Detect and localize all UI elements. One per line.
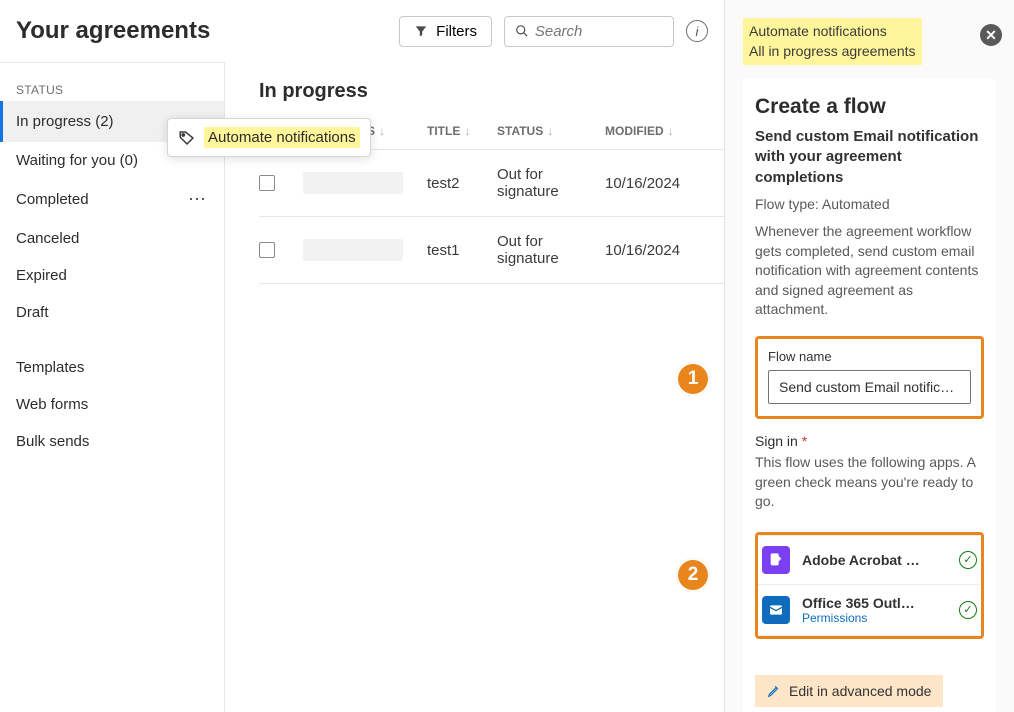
sidebar-item-label: Draft bbox=[16, 304, 49, 321]
context-menu-automate[interactable]: Automate notifications bbox=[167, 118, 371, 157]
cell-status: Out for signature bbox=[497, 166, 605, 200]
annotation-badge-1: 1 bbox=[676, 362, 710, 396]
panel-highlight: Automate notifications All in progress a… bbox=[743, 18, 922, 65]
sidebar-item-templates[interactable]: Templates bbox=[0, 349, 224, 386]
flow-type: Flow type: Automated bbox=[755, 196, 984, 212]
sidebar: STATUS In progress (2) ⋯ Waiting for you… bbox=[0, 62, 225, 712]
signin-text: Sign in bbox=[755, 433, 798, 449]
sidebar-item-label: Bulk sends bbox=[16, 433, 89, 450]
required-asterisk: * bbox=[802, 433, 807, 449]
filters-label: Filters bbox=[436, 23, 477, 40]
adobe-icon bbox=[762, 546, 790, 574]
row-checkbox[interactable] bbox=[259, 242, 275, 258]
column-label: TITLE bbox=[427, 124, 460, 138]
filters-button[interactable]: Filters bbox=[399, 16, 492, 47]
search-icon bbox=[515, 23, 529, 39]
flow-panel: ✕ Automate notifications All in progress… bbox=[724, 0, 1014, 712]
sidebar-item-label: Completed bbox=[16, 191, 89, 208]
apps-section: Adobe Acrobat … ✓ Office 365 Outl… Permi… bbox=[755, 532, 984, 639]
search-input[interactable] bbox=[535, 23, 663, 40]
sidebar-item-draft[interactable]: Draft bbox=[0, 294, 224, 331]
column-status[interactable]: STATUS ↓ bbox=[497, 124, 605, 138]
sidebar-item-label: Canceled bbox=[16, 230, 79, 247]
sidebar-item-expired[interactable]: Expired bbox=[0, 257, 224, 294]
cell-title: test2 bbox=[427, 175, 497, 192]
page-title: Your agreements bbox=[16, 17, 210, 45]
recipient-redacted bbox=[303, 172, 403, 194]
edit-advanced-button[interactable]: Edit in advanced mode bbox=[755, 675, 943, 707]
check-icon: ✓ bbox=[959, 601, 977, 619]
sidebar-item-label: Expired bbox=[16, 267, 67, 284]
cell-modified: 10/16/2024 bbox=[605, 175, 695, 192]
app-name: Office 365 Outl… bbox=[802, 595, 947, 611]
column-label: STATUS bbox=[497, 124, 543, 138]
app-row-outlook[interactable]: Office 365 Outl… Permissions ✓ bbox=[758, 584, 981, 636]
highlight-line2: All in progress agreements bbox=[749, 43, 916, 59]
annotation-badge-2: 2 bbox=[676, 558, 710, 592]
pencil-icon bbox=[767, 684, 781, 698]
flow-name-input[interactable]: Send custom Email notificatio… bbox=[768, 370, 971, 404]
signin-description: This flow uses the following apps. A gre… bbox=[755, 453, 984, 512]
more-icon[interactable]: ⋯ bbox=[188, 189, 208, 210]
column-title[interactable]: TITLE ↓ bbox=[427, 124, 497, 138]
cell-status: Out for signature bbox=[497, 233, 605, 267]
flow-description: Whenever the agreement workflow gets com… bbox=[755, 222, 984, 320]
column-label: MODIFIED bbox=[605, 124, 664, 138]
app-name: Adobe Acrobat … bbox=[802, 552, 947, 568]
close-icon[interactable]: ✕ bbox=[980, 24, 1002, 46]
sidebar-item-web-forms[interactable]: Web forms bbox=[0, 386, 224, 423]
cell-modified: 10/16/2024 bbox=[605, 242, 695, 259]
highlight-line1: Automate notifications bbox=[749, 23, 887, 39]
sidebar-item-completed[interactable]: Completed ⋯ bbox=[0, 179, 224, 220]
search-field[interactable] bbox=[504, 16, 674, 47]
context-menu-label: Automate notifications bbox=[204, 127, 360, 148]
flow-name-label: Flow name bbox=[768, 349, 971, 364]
tag-icon bbox=[178, 129, 196, 147]
sidebar-item-canceled[interactable]: Canceled bbox=[0, 220, 224, 257]
sort-icon: ↓ bbox=[668, 124, 674, 138]
row-checkbox[interactable] bbox=[259, 175, 275, 191]
flow-card-subtitle: Send custom Email notification with your… bbox=[755, 127, 984, 188]
sort-icon: ↓ bbox=[464, 124, 470, 138]
sidebar-item-label: In progress (2) bbox=[16, 113, 114, 130]
cell-title: test1 bbox=[427, 242, 497, 259]
flow-name-section: Flow name Send custom Email notificatio… bbox=[755, 336, 984, 419]
column-modified[interactable]: MODIFIED ↓ bbox=[605, 124, 695, 138]
flow-card: Create a flow Send custom Email notifica… bbox=[743, 79, 996, 712]
sidebar-item-label: Templates bbox=[16, 359, 84, 376]
sidebar-item-bulk-sends[interactable]: Bulk sends bbox=[0, 423, 224, 460]
info-icon[interactable]: i bbox=[686, 20, 708, 42]
app-row-adobe[interactable]: Adobe Acrobat … ✓ bbox=[758, 535, 981, 584]
flow-card-title: Create a flow bbox=[755, 95, 984, 119]
permissions-link[interactable]: Permissions bbox=[802, 611, 947, 625]
sort-icon: ↓ bbox=[547, 124, 553, 138]
recipient-redacted bbox=[303, 239, 403, 261]
funnel-icon bbox=[414, 24, 428, 38]
signin-label: Sign in * bbox=[755, 433, 984, 449]
check-icon: ✓ bbox=[959, 551, 977, 569]
sidebar-item-label: Web forms bbox=[16, 396, 88, 413]
outlook-icon bbox=[762, 596, 790, 624]
sidebar-item-label: Waiting for you (0) bbox=[16, 152, 138, 169]
sidebar-section-status: STATUS bbox=[0, 75, 224, 101]
edit-advanced-label: Edit in advanced mode bbox=[789, 683, 931, 699]
sort-icon: ↓ bbox=[379, 124, 385, 138]
